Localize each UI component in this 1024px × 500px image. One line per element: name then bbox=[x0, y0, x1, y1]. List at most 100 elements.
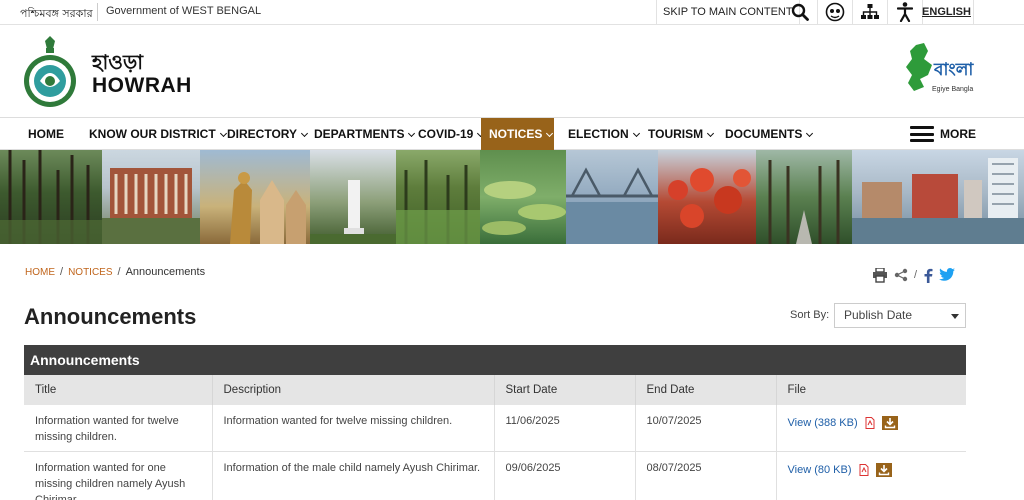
banner-photo-garden bbox=[396, 150, 480, 244]
accessibility-icon bbox=[825, 2, 845, 22]
table-row: Information wanted for twelve missing ch… bbox=[24, 405, 966, 452]
more-label: MORE bbox=[940, 127, 976, 141]
nav-label: DOCUMENTS bbox=[725, 127, 803, 141]
search-button[interactable] bbox=[783, 0, 818, 24]
nav-label: COVID-19 bbox=[418, 127, 474, 141]
column-header-start-date[interactable]: Start Date bbox=[494, 375, 636, 405]
nav-departments[interactable]: DEPARTMENTS bbox=[306, 118, 422, 150]
nav-label: NOTICES bbox=[489, 127, 543, 141]
pdf-icon bbox=[865, 417, 875, 430]
chevron-down-icon bbox=[806, 129, 814, 138]
cell-start-date: 11/06/2025 bbox=[494, 405, 636, 452]
table-caption: Announcements bbox=[24, 345, 966, 375]
view-file-link[interactable]: View (80 KB) bbox=[788, 464, 852, 476]
sitemap-button[interactable] bbox=[853, 0, 888, 24]
campaign-title: বাংলা bbox=[933, 60, 974, 80]
district-photo-banner bbox=[0, 150, 1024, 244]
sitemap-icon bbox=[861, 4, 879, 19]
screen-reader-button[interactable] bbox=[888, 0, 923, 24]
main-navigation: HOME KNOW OUR DISTRICT DIRECTORY DEPARTM… bbox=[0, 117, 1024, 150]
chevron-down-icon bbox=[632, 129, 640, 138]
twitter-icon[interactable] bbox=[939, 268, 956, 282]
nav-label: DEPARTMENTS bbox=[314, 127, 405, 141]
breadcrumb-current: Announcements bbox=[125, 266, 206, 278]
state-name-bengali: পশ্চিমবঙ্গ সরকার bbox=[20, 7, 93, 20]
banner-photo-lily-pads bbox=[480, 150, 566, 244]
share-icon[interactable] bbox=[894, 268, 908, 282]
campaign-tagline: Egiye Bangla bbox=[932, 86, 973, 93]
chevron-down-icon bbox=[546, 129, 554, 138]
page-title: Announcements bbox=[24, 304, 197, 329]
facebook-icon[interactable] bbox=[923, 268, 933, 283]
download-icon bbox=[884, 418, 895, 429]
banner-photo-memorial bbox=[310, 150, 396, 244]
banner-photo-howrah-bridge bbox=[566, 150, 658, 244]
divider bbox=[97, 3, 98, 21]
breadcrumb-notices-link[interactable]: NOTICES bbox=[68, 267, 112, 278]
nav-directory[interactable]: DIRECTORY bbox=[219, 118, 315, 150]
nav-notices[interactable]: NOTICES bbox=[481, 118, 554, 150]
cell-description: Information wanted for twelve missing ch… bbox=[212, 405, 495, 452]
column-header-description[interactable]: Description bbox=[212, 375, 495, 405]
state-name-english: Government of WEST BENGAL bbox=[106, 5, 262, 17]
bangla-map-icon: বাংলা Egiye Bangla bbox=[906, 43, 974, 93]
nav-election[interactable]: ELECTION bbox=[560, 118, 647, 150]
table-header-row: Title Description Start Date End Date Fi… bbox=[24, 375, 966, 405]
download-icon bbox=[878, 465, 889, 476]
nav-label: HOME bbox=[28, 127, 64, 141]
download-button[interactable] bbox=[875, 463, 892, 478]
nav-documents[interactable]: DOCUMENTS bbox=[717, 118, 820, 150]
banner-photo-temple-statue bbox=[200, 150, 310, 244]
cell-title: Information wanted for one missing child… bbox=[24, 451, 213, 500]
site-header: হাওড়া HOWRAH বাংলা Egiye Bangla bbox=[0, 25, 1024, 117]
nav-know-our-district[interactable]: KNOW OUR DISTRICT bbox=[81, 118, 234, 150]
hamburger-icon bbox=[910, 126, 934, 142]
print-icon[interactable] bbox=[872, 267, 888, 283]
screen-reader-icon bbox=[897, 2, 913, 22]
breadcrumb-separator: / bbox=[117, 266, 121, 278]
language-switch-link[interactable]: ENGLISH bbox=[920, 0, 974, 24]
sort-selected-value: Publish Date bbox=[844, 308, 913, 322]
share-tools: / bbox=[872, 266, 956, 284]
accessibility-button[interactable] bbox=[818, 0, 853, 24]
cell-file: View (80 KB) bbox=[776, 451, 966, 500]
nav-label: ELECTION bbox=[568, 127, 629, 141]
skip-to-main-content-link[interactable]: SKIP TO MAIN CONTENT bbox=[656, 0, 800, 24]
sort-by-label: Sort By: bbox=[790, 309, 830, 321]
sort-by-select[interactable]: Publish Date bbox=[834, 303, 966, 328]
nav-home[interactable]: HOME bbox=[20, 118, 72, 150]
cell-file: View (388 KB) bbox=[776, 405, 966, 452]
banner-photo-banyan-tree bbox=[0, 150, 102, 244]
nav-label: TOURISM bbox=[648, 127, 704, 141]
column-header-title[interactable]: Title bbox=[24, 375, 213, 405]
cell-end-date: 08/07/2025 bbox=[635, 451, 777, 500]
nav-label: KNOW OUR DISTRICT bbox=[89, 127, 216, 141]
nav-covid-19[interactable]: COVID-19 bbox=[410, 118, 491, 150]
cell-end-date: 10/07/2025 bbox=[635, 405, 777, 452]
view-file-link[interactable]: View (388 KB) bbox=[788, 417, 858, 429]
cell-start-date: 09/06/2025 bbox=[494, 451, 636, 500]
column-header-file: File bbox=[776, 375, 966, 405]
pdf-icon bbox=[859, 464, 869, 477]
egiye-bangla-logo[interactable]: বাংলা Egiye Bangla bbox=[902, 41, 978, 97]
breadcrumb: HOME / NOTICES / Announcements bbox=[25, 266, 205, 278]
share-separator: / bbox=[914, 269, 918, 281]
top-utility-bar: পশ্চিমবঙ্গ সরকার Government of WEST BENG… bbox=[0, 0, 1024, 25]
government-emblem[interactable] bbox=[20, 35, 80, 109]
breadcrumb-separator: / bbox=[60, 266, 64, 278]
nav-tourism[interactable]: TOURISM bbox=[640, 118, 721, 150]
caret-down-icon bbox=[951, 314, 959, 319]
nav-label: DIRECTORY bbox=[227, 127, 298, 141]
banner-photo-palash-flowers bbox=[658, 150, 756, 244]
banner-photo-palm-avenue bbox=[756, 150, 852, 244]
chevron-down-icon bbox=[707, 129, 715, 138]
banner-photo-heritage-building bbox=[102, 150, 200, 244]
search-icon bbox=[791, 3, 809, 21]
column-header-end-date[interactable]: End Date bbox=[635, 375, 777, 405]
breadcrumb-home-link[interactable]: HOME bbox=[25, 267, 55, 278]
cell-title: Information wanted for twelve missing ch… bbox=[24, 405, 213, 452]
cell-description: Information of the male child namely Ayu… bbox=[212, 451, 495, 500]
table-row: Information wanted for one missing child… bbox=[24, 451, 966, 500]
more-menu-button[interactable]: MORE bbox=[910, 118, 976, 150]
download-button[interactable] bbox=[881, 416, 898, 431]
